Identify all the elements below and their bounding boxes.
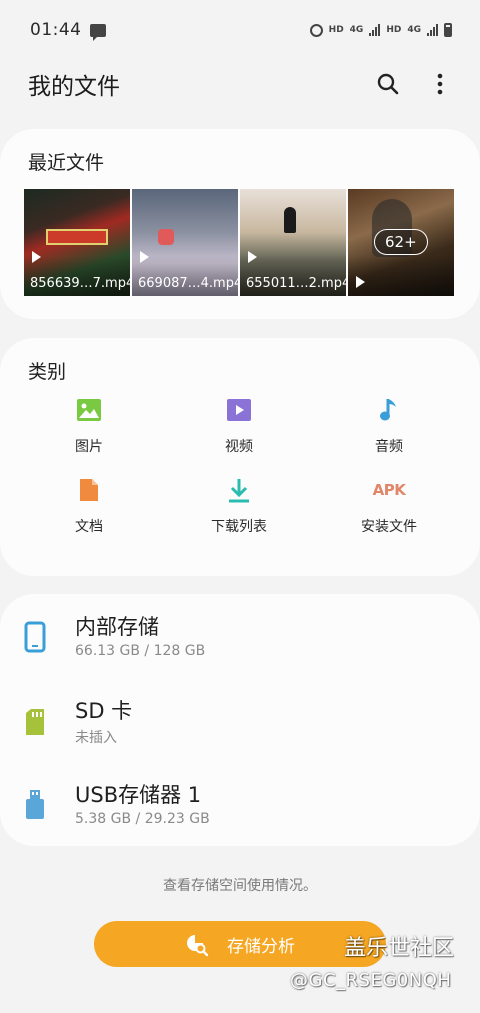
- status-indicators: HD 4G HD 4G: [309, 23, 452, 37]
- category-audio[interactable]: 音频: [314, 396, 464, 456]
- category-label: 音频: [375, 439, 403, 455]
- category-downloads[interactable]: 下载列表: [164, 476, 314, 536]
- storage-usage: 5.38 GB / 29.23 GB: [75, 811, 210, 827]
- document-icon: [75, 476, 103, 503]
- message-notification-icon: [89, 23, 106, 41]
- status-time: 01:44: [30, 20, 82, 40]
- storage-analysis-button[interactable]: 存储分析: [94, 921, 386, 967]
- hd-indicator-2: HD: [386, 25, 402, 35]
- sd-card-icon: [24, 705, 48, 737]
- storage-hint-text: 查看存储空间使用情况。: [163, 878, 317, 894]
- category-label: 安装文件: [361, 519, 417, 535]
- recent-files-more-thumbnail[interactable]: 62+: [348, 189, 454, 296]
- music-note-icon: [375, 396, 403, 423]
- category-documents[interactable]: 文档: [14, 476, 164, 536]
- signal-icon-1: [369, 24, 381, 36]
- category-images[interactable]: 图片: [14, 396, 164, 456]
- search-icon[interactable]: [376, 72, 400, 96]
- status-bar: 01:44 HD 4G HD 4G: [0, 0, 480, 60]
- alarm-icon: [309, 23, 323, 37]
- download-icon: [225, 476, 253, 503]
- thumbnail-image: [284, 207, 296, 233]
- phone-storage-icon: [24, 621, 48, 653]
- storage-usage: 66.13 GB / 128 GB: [75, 643, 206, 659]
- play-icon: [140, 251, 149, 263]
- recent-files-card: 最近文件 856639…7.mp4 669087…4.mp4 655011…2.…: [0, 129, 480, 319]
- category-label: 图片: [75, 439, 103, 455]
- recent-file-name: 655011…2.mp4: [246, 276, 346, 291]
- image-icon: [75, 396, 103, 423]
- usb-drive-icon: [24, 789, 48, 821]
- storage-name: 内部存储: [75, 615, 159, 639]
- storage-name: SD 卡: [75, 699, 133, 723]
- play-icon: [356, 276, 365, 288]
- category-videos[interactable]: 视频: [164, 396, 314, 456]
- recent-file-name: 856639…7.mp4: [30, 276, 130, 291]
- app-header: 我的文件: [0, 62, 480, 106]
- recent-file-thumbnail[interactable]: 669087…4.mp4: [132, 189, 238, 296]
- categories-grid: 图片 视频 音频 文档 下载列表 APK 安装文件: [0, 396, 480, 536]
- recent-file-name: 669087…4.mp4: [138, 276, 238, 291]
- thumbnail-image: [46, 229, 108, 245]
- more-files-badge: 62+: [374, 229, 428, 255]
- categories-heading: 类别: [28, 361, 67, 383]
- recent-files-list: 856639…7.mp4 669087…4.mp4 655011…2.mp4 6…: [24, 189, 454, 296]
- recent-file-thumbnail[interactable]: 856639…7.mp4: [24, 189, 130, 296]
- battery-icon: [444, 23, 452, 37]
- recent-file-thumbnail[interactable]: 655011…2.mp4: [240, 189, 346, 296]
- category-label: 视频: [225, 439, 253, 455]
- storage-status: 未插入: [75, 730, 117, 746]
- storage-sd-card[interactable]: SD 卡 未插入: [0, 695, 480, 759]
- network-indicator-1: 4G: [349, 25, 364, 35]
- recent-files-heading: 最近文件: [28, 152, 105, 174]
- more-options-icon[interactable]: [428, 72, 452, 96]
- signal-icon-2: [427, 24, 438, 36]
- page-title: 我的文件: [28, 74, 120, 100]
- apk-icon-text: APK: [372, 480, 406, 499]
- storage-usb[interactable]: USB存储器 1 5.38 GB / 29.23 GB: [0, 779, 480, 843]
- header-actions: [376, 72, 452, 96]
- storage-internal[interactable]: 内部存储 66.13 GB / 128 GB: [0, 611, 480, 675]
- thumbnail-image: [158, 229, 174, 245]
- watermark-title: 盖乐世社区: [344, 936, 455, 961]
- category-label: 下载列表: [211, 519, 267, 535]
- apk-icon: APK: [372, 476, 406, 503]
- watermark-user-id: @GC_RSEG0NQH: [290, 970, 452, 991]
- video-icon: [225, 396, 253, 423]
- storage-analysis-label: 存储分析: [227, 936, 295, 957]
- storage-analysis-icon: [185, 933, 209, 957]
- hd-indicator-1: HD: [328, 25, 344, 35]
- storage-card: 内部存储 66.13 GB / 128 GB SD 卡 未插入 USB存储器 1…: [0, 594, 480, 846]
- network-indicator-2: 4G: [407, 25, 421, 35]
- storage-name: USB存储器 1: [75, 783, 202, 807]
- play-icon: [248, 251, 257, 263]
- categories-card: 类别 图片 视频 音频 文档 下载列表 APK 安装文件: [0, 338, 480, 576]
- category-installers[interactable]: APK 安装文件: [314, 476, 464, 536]
- category-label: 文档: [75, 519, 103, 535]
- play-icon: [32, 251, 41, 263]
